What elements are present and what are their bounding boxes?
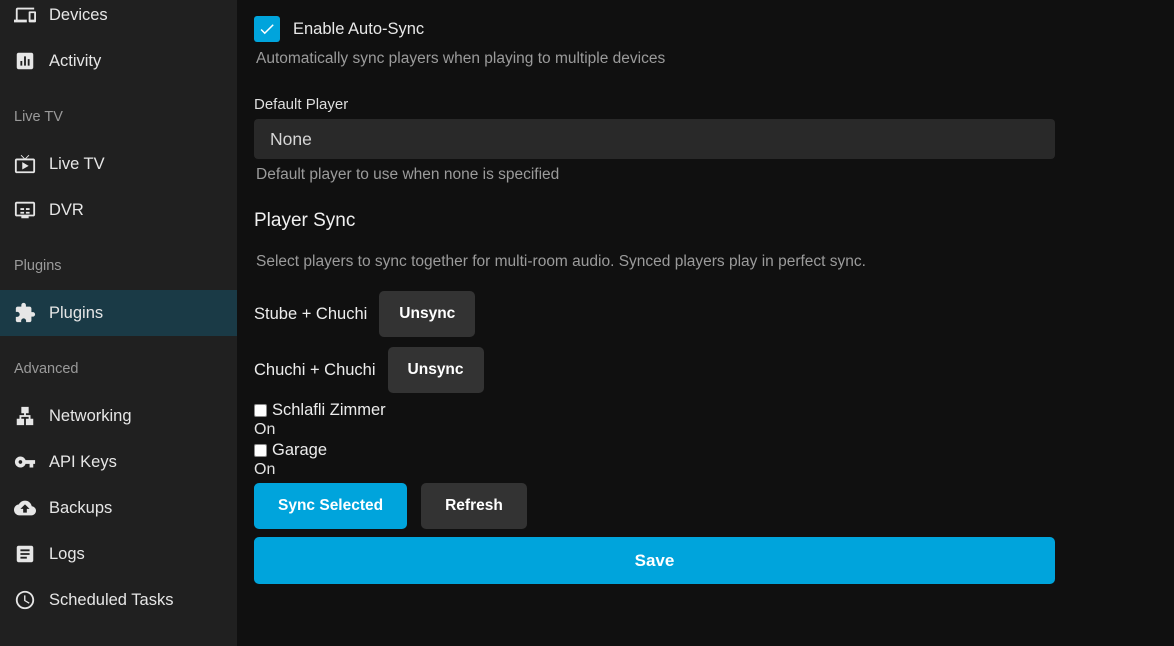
networking-icon xyxy=(14,405,36,427)
sidebar-item-label: Scheduled Tasks xyxy=(49,591,173,610)
default-player-select[interactable]: None xyxy=(254,119,1055,159)
sidebar-item-networking[interactable]: Networking xyxy=(0,393,237,439)
synced-group-row: Stube + Chuchi Unsync xyxy=(254,291,1055,337)
clock-icon xyxy=(14,589,36,611)
sidebar-item-label: DVR xyxy=(49,201,84,220)
auto-sync-label: Enable Auto-Sync xyxy=(293,20,424,39)
sidebar-item-label: Plugins xyxy=(49,304,103,323)
sidebar-item-scheduled-tasks[interactable]: Scheduled Tasks xyxy=(0,577,237,623)
sidebar-item-plugins[interactable]: Plugins xyxy=(0,290,237,336)
synced-group-name: Stube + Chuchi xyxy=(254,305,367,324)
sidebar-item-label: Live TV xyxy=(49,155,105,174)
key-icon xyxy=(14,451,36,473)
sync-selected-button[interactable]: Sync Selected xyxy=(254,483,407,529)
auto-sync-checkbox[interactable] xyxy=(254,16,280,42)
sidebar-item-live-tv[interactable]: Live TV xyxy=(0,141,237,187)
player-name: Schlafli Zimmer xyxy=(272,401,386,420)
auto-sync-checkbox-row[interactable]: Enable Auto-Sync xyxy=(254,16,1055,42)
sidebar-item-backups[interactable]: Backups xyxy=(0,485,237,531)
player-status: On xyxy=(254,460,1055,480)
player-checkbox-row[interactable]: Schlafli Zimmer xyxy=(254,400,1055,420)
sidebar-item-api-keys[interactable]: API Keys xyxy=(0,439,237,485)
dvr-icon xyxy=(14,199,36,221)
cloud-backup-icon xyxy=(14,497,36,519)
sidebar-item-dvr[interactable]: DVR xyxy=(0,187,237,233)
sidebar-item-label: Logs xyxy=(49,545,85,564)
player-checkbox-row[interactable]: Garage xyxy=(254,440,1055,460)
save-button[interactable]: Save xyxy=(254,537,1055,584)
sidebar: Devices Activity Live TV Live TV DVR Plu… xyxy=(0,0,237,646)
sidebar-item-label: Backups xyxy=(49,499,112,518)
settings-panel: Enable Auto-Sync Automatically sync play… xyxy=(237,0,1174,646)
devices-icon xyxy=(14,4,36,26)
sidebar-item-logs[interactable]: Logs xyxy=(0,531,237,577)
sidebar-item-activity[interactable]: Activity xyxy=(0,38,237,84)
checkmark-icon xyxy=(258,20,276,38)
sidebar-item-devices[interactable]: Devices xyxy=(0,0,237,38)
live-tv-icon xyxy=(14,153,36,175)
sidebar-item-label: Activity xyxy=(49,52,101,71)
sidebar-section-advanced: Advanced xyxy=(0,360,237,378)
default-player-description: Default player to use when none is speci… xyxy=(256,165,1055,184)
logs-icon xyxy=(14,543,36,565)
activity-icon xyxy=(14,50,36,72)
player-status: On xyxy=(254,420,1055,440)
player-checkbox[interactable] xyxy=(254,444,267,457)
unsync-button[interactable]: Unsync xyxy=(388,347,484,393)
synced-group-row: Chuchi + Chuchi Unsync xyxy=(254,347,1055,393)
plugins-icon xyxy=(14,302,36,324)
sidebar-item-label: API Keys xyxy=(49,453,117,472)
auto-sync-description: Automatically sync players when playing … xyxy=(256,49,1055,68)
default-player-label: Default Player xyxy=(254,96,1055,114)
sidebar-section-plugins: Plugins xyxy=(0,257,237,275)
app-window: Devices Activity Live TV Live TV DVR Plu… xyxy=(0,0,1174,646)
sync-actions-row: Sync Selected Refresh xyxy=(254,483,1055,529)
refresh-button[interactable]: Refresh xyxy=(421,483,527,529)
sidebar-item-label: Devices xyxy=(49,6,108,25)
synced-group-name: Chuchi + Chuchi xyxy=(254,361,376,380)
default-player-value: None xyxy=(270,129,312,150)
available-players-list: Schlafli Zimmer On Garage On xyxy=(254,400,1055,480)
player-sync-description: Select players to sync together for mult… xyxy=(256,252,1055,271)
sidebar-item-label: Networking xyxy=(49,407,132,426)
player-name: Garage xyxy=(272,441,327,460)
player-sync-title: Player Sync xyxy=(254,209,1055,233)
unsync-button[interactable]: Unsync xyxy=(379,291,475,337)
sidebar-section-live-tv: Live TV xyxy=(0,108,237,126)
player-checkbox[interactable] xyxy=(254,404,267,417)
